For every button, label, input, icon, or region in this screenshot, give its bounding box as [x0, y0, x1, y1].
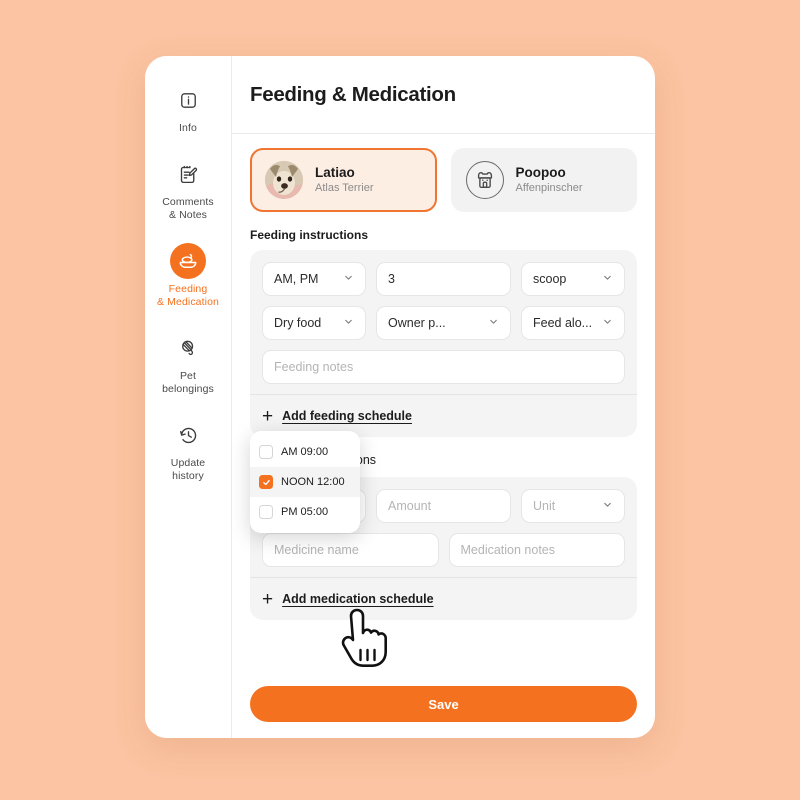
pet-breed: Atlas Terrier — [315, 182, 374, 194]
pet-name: Poopoo — [515, 165, 566, 180]
dropdown-option-checkbox[interactable] — [259, 445, 273, 459]
field-value: AM, PM — [274, 272, 319, 286]
notes-edit-icon — [170, 156, 206, 192]
history-clock-icon — [170, 417, 206, 453]
feeding-panel: AM, PM 3 scoop Dry food Owner p... Feed … — [250, 250, 637, 437]
chevron-down-icon — [602, 316, 613, 330]
page-title: Feeding & Medication — [250, 82, 456, 106]
pet-info: Latiao Atlas Terrier — [315, 164, 373, 196]
dropdown-option-checkbox[interactable] — [259, 505, 273, 519]
medication-row-2: Medicine name Medication notes — [262, 533, 625, 567]
field-placeholder: Medication notes — [460, 543, 556, 557]
chevron-down-icon — [343, 272, 354, 286]
footer: Save — [232, 678, 655, 738]
feeding-method-select[interactable]: Feed alo... — [521, 306, 625, 340]
avatar — [265, 161, 303, 199]
sidebar-item-update-history[interactable]: Update history — [149, 417, 227, 483]
dog-face-icon — [465, 161, 504, 199]
main-body: Latiao Atlas Terrier Poopoo Affenpinsche… — [232, 134, 655, 678]
feeding-amount-input[interactable]: 3 — [376, 262, 511, 296]
field-placeholder: Unit — [533, 499, 556, 513]
dropdown-option-noon-1200[interactable]: NOON 12:00 — [250, 467, 360, 497]
pet-card-poopoo[interactable]: Poopoo Affenpinscher — [450, 148, 637, 212]
feeding-time-select[interactable]: AM, PM — [262, 262, 366, 296]
medication-unit-select[interactable]: Unit — [521, 489, 625, 523]
sidebar: Info Comments & Notes Feeding & Medicati… — [145, 56, 232, 738]
medication-amount-input[interactable]: Amount — [376, 489, 511, 523]
medicine-name-input[interactable]: Medicine name — [262, 533, 439, 567]
pet-card-latiao[interactable]: Latiao Atlas Terrier — [250, 148, 437, 212]
sidebar-item-label: Feeding & Medication — [157, 283, 219, 308]
field-placeholder: Amount — [388, 499, 432, 513]
field-value: 3 — [388, 272, 395, 286]
sidebar-item-feeding-medication[interactable]: Feeding & Medication — [149, 243, 227, 309]
dropdown-option-label: NOON 12:00 — [281, 476, 345, 488]
feeding-food-type-select[interactable]: Dry food — [262, 306, 366, 340]
field-value: Feed alo... — [533, 316, 593, 330]
pet-name: Latiao — [315, 165, 355, 180]
main-header: Feeding & Medication — [232, 56, 655, 134]
dropdown-option-pm-0500[interactable]: PM 05:00 — [250, 497, 360, 527]
sidebar-item-label: Pet belongings — [162, 370, 214, 395]
field-value: Dry food — [274, 316, 322, 330]
field-placeholder: Feeding notes — [274, 360, 354, 374]
sidebar-item-label: Info — [179, 122, 197, 134]
feeding-row-2: Dry food Owner p... Feed alo... — [262, 306, 625, 340]
field-placeholder: Medicine name — [274, 543, 359, 557]
chevron-down-icon — [602, 272, 613, 286]
dropdown-option-label: AM 09:00 — [281, 446, 329, 458]
field-value: scoop — [533, 272, 567, 286]
medication-time-dropdown[interactable]: AM 09:00 NOON 12:00 PM 05:00 — [250, 431, 360, 533]
feeding-unit-select[interactable]: scoop — [521, 262, 625, 296]
sidebar-item-pet-belongings[interactable]: Pet belongings — [149, 330, 227, 396]
feeding-notes-row: Feeding notes — [262, 350, 625, 384]
medication-notes-input[interactable]: Medication notes — [448, 533, 625, 567]
pet-info: Poopoo Affenpinscher — [516, 164, 583, 196]
sidebar-item-label: Update history — [170, 457, 206, 482]
feeding-row-1: AM, PM 3 scoop — [262, 262, 625, 296]
pet-selector: Latiao Atlas Terrier Poopoo Affenpinsche… — [250, 148, 637, 212]
save-button[interactable]: Save — [250, 686, 637, 722]
chevron-down-icon — [602, 499, 613, 513]
feeding-section-label: Feeding instructions — [250, 228, 369, 242]
chevron-down-icon — [488, 316, 499, 330]
info-icon — [170, 82, 206, 118]
feeding-notes-input[interactable]: Feeding notes — [262, 350, 625, 384]
sidebar-item-comments-notes[interactable]: Comments & Notes — [149, 156, 227, 222]
add-medication-schedule-label: Add medication schedule — [282, 592, 434, 606]
add-medication-schedule-button[interactable]: + Add medication schedule — [262, 578, 625, 620]
chevron-down-icon — [343, 316, 354, 330]
app-window: Info Comments & Notes Feeding & Medicati… — [145, 56, 655, 738]
feeding-bowl-icon — [170, 243, 206, 279]
dropdown-option-am-0900[interactable]: AM 09:00 — [250, 437, 360, 467]
dropdown-option-label: PM 05:00 — [281, 506, 329, 518]
feeding-provider-select[interactable]: Owner p... — [376, 306, 511, 340]
sidebar-item-info[interactable]: Info — [149, 82, 227, 135]
pet-toy-icon — [170, 330, 206, 366]
pet-breed: Affenpinscher — [515, 182, 583, 194]
plus-icon: + — [262, 588, 274, 610]
add-feeding-schedule-label: Add feeding schedule — [282, 409, 412, 423]
field-value: Owner p... — [388, 316, 446, 330]
main-content: Feeding & Medication Latiao Atlas Terrie… — [232, 56, 655, 738]
plus-icon: + — [262, 405, 274, 427]
sidebar-item-label: Comments & Notes — [162, 196, 214, 221]
dropdown-option-checkbox[interactable] — [259, 475, 273, 489]
